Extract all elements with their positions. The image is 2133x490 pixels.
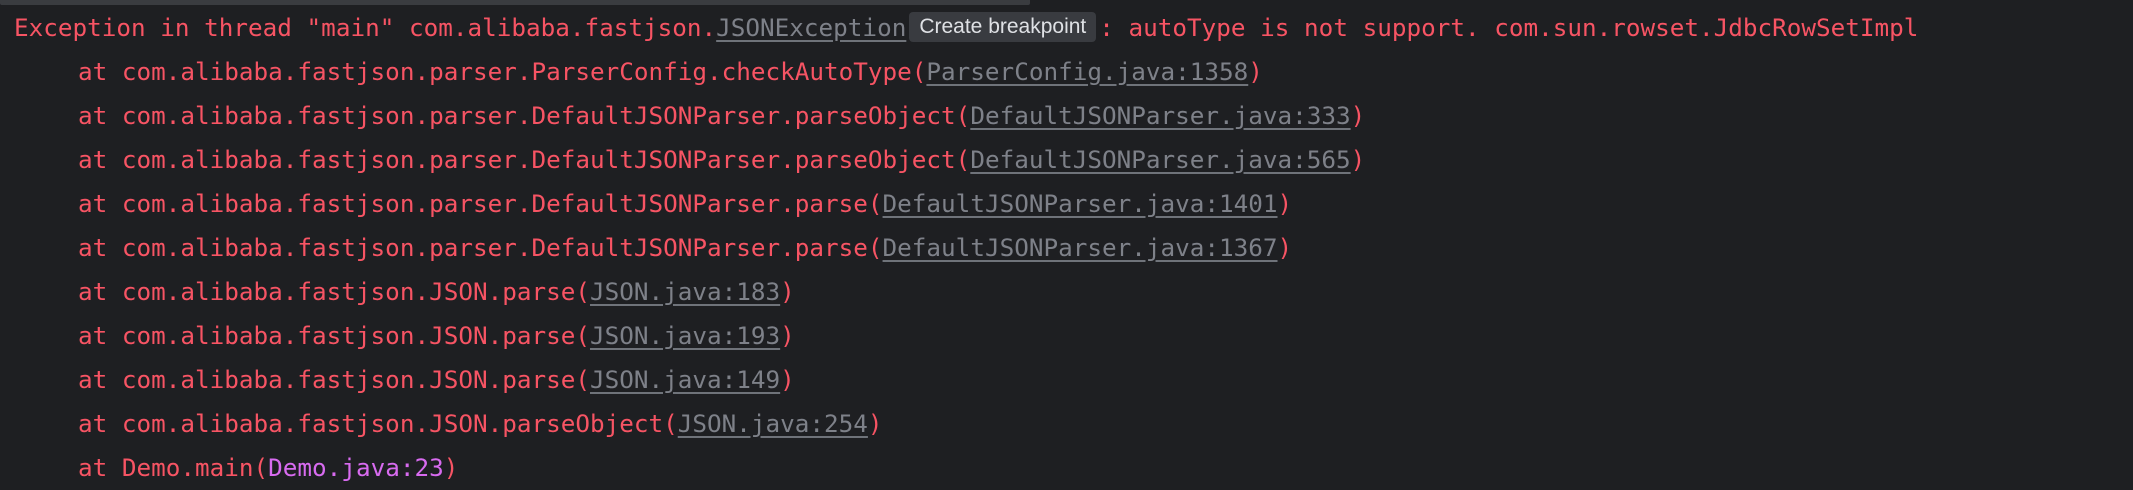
source-link[interactable]: JSON.java:149	[590, 365, 780, 394]
stack-frame-method: at Demo.main(	[78, 453, 269, 482]
source-link[interactable]: ParserConfig.java:1358	[926, 57, 1248, 86]
console-output: Exception in thread "main" com.alibaba.f…	[0, 6, 2133, 490]
stack-frame-method: at com.alibaba.fastjson.JSON.parseObject…	[78, 409, 678, 438]
stack-frame: at com.alibaba.fastjson.JSON.parseObject…	[0, 402, 2133, 446]
stack-frame-method: at com.alibaba.fastjson.JSON.parse(	[78, 365, 590, 394]
stack-frame-close: )	[1277, 233, 1293, 262]
exception-line: Exception in thread "main" com.alibaba.f…	[0, 6, 2133, 50]
stack-frame: at com.alibaba.fastjson.JSON.parse(JSON.…	[0, 358, 2133, 402]
stack-frame-method: at com.alibaba.fastjson.JSON.parse(	[78, 277, 590, 306]
source-link[interactable]: DefaultJSONParser.java:1401	[883, 189, 1278, 218]
exception-message: : autoType is not support. com.sun.rowse…	[1099, 13, 1919, 42]
stack-frame-close: )	[780, 277, 795, 306]
stack-frame: at com.alibaba.fastjson.parser.ParserCon…	[0, 50, 2133, 94]
exception-prefix: Exception in thread "main" com.alibaba.f…	[14, 13, 717, 42]
source-link[interactable]: DefaultJSONParser.java:1367	[883, 233, 1278, 262]
stack-frame-method: at com.alibaba.fastjson.parser.DefaultJS…	[78, 189, 883, 218]
source-link[interactable]: DefaultJSONParser.java:333	[970, 101, 1350, 130]
stack-frame: at com.alibaba.fastjson.parser.DefaultJS…	[0, 138, 2133, 182]
stack-frame: at com.alibaba.fastjson.JSON.parse(JSON.…	[0, 270, 2133, 314]
stack-frame-close: )	[780, 365, 795, 394]
stack-frame: at com.alibaba.fastjson.parser.DefaultJS…	[0, 182, 2133, 226]
stack-frame-user-code: at Demo.main(Demo.java:23)	[0, 446, 2133, 490]
create-breakpoint-button[interactable]: Create breakpoint	[909, 12, 1097, 42]
source-link[interactable]: DefaultJSONParser.java:565	[970, 145, 1350, 174]
stack-frame: at com.alibaba.fastjson.parser.DefaultJS…	[0, 226, 2133, 270]
stack-frame: at com.alibaba.fastjson.JSON.parse(JSON.…	[0, 314, 2133, 358]
source-link[interactable]: JSON.java:183	[590, 277, 780, 306]
stack-frame-close: )	[867, 409, 883, 438]
source-link[interactable]: JSON.java:193	[590, 321, 780, 350]
stack-frame-close: )	[1277, 189, 1293, 218]
stack-frame-method: at com.alibaba.fastjson.parser.ParserCon…	[78, 57, 927, 86]
stack-frame-method: at com.alibaba.fastjson.JSON.parse(	[78, 321, 590, 350]
stack-frame-method: at com.alibaba.fastjson.parser.DefaultJS…	[78, 101, 971, 130]
stack-frame-method: at com.alibaba.fastjson.parser.DefaultJS…	[78, 233, 883, 262]
user-source-link[interactable]: Demo.java:23	[268, 453, 444, 482]
stack-frame: at com.alibaba.fastjson.parser.DefaultJS…	[0, 94, 2133, 138]
stack-frame-close: )	[780, 321, 795, 350]
stack-frame-close: )	[443, 453, 459, 482]
stack-frame-close: )	[1350, 145, 1366, 174]
source-link[interactable]: JSON.java:254	[678, 409, 868, 438]
horizontal-scrollbar[interactable]	[0, 0, 1030, 5]
stack-frame-close: )	[1350, 101, 1366, 130]
stack-frame-close: )	[1248, 57, 1263, 86]
stack-frame-method: at com.alibaba.fastjson.parser.DefaultJS…	[78, 145, 971, 174]
exception-class-link[interactable]: JSONException	[716, 13, 906, 42]
